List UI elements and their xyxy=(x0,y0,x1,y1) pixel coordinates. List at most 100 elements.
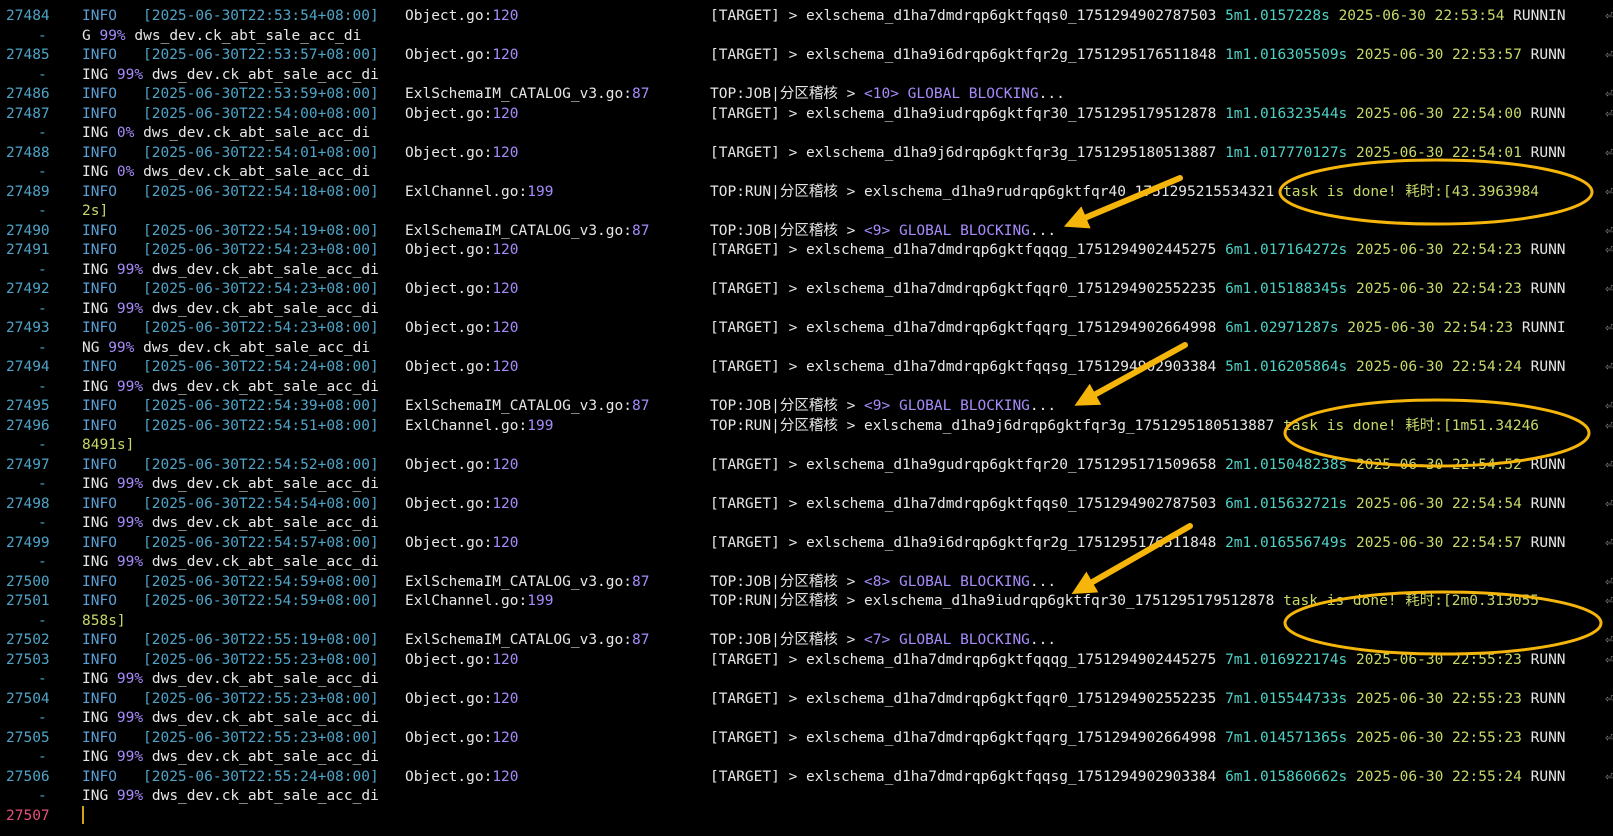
source-file-name: Object.go xyxy=(405,8,484,24)
timestamp: [2025-06-30T22:54:54+08:00] xyxy=(143,494,379,514)
text-cursor[interactable] xyxy=(82,805,84,824)
message-part: 1m1.016305509s xyxy=(1225,47,1348,63)
source-line-number: 87 xyxy=(631,86,650,102)
bracket-open: [ xyxy=(143,417,152,434)
log-level: INFO xyxy=(82,222,117,239)
message-part xyxy=(1347,769,1356,785)
source-file: Object.go:120 xyxy=(405,45,519,65)
message-part: <10> xyxy=(864,86,899,102)
separator: : xyxy=(483,359,493,375)
message-part: 99% xyxy=(116,66,144,83)
source-line-number: 120 xyxy=(492,690,519,707)
line-number: 27502 xyxy=(6,632,50,648)
message-part: [TARGET] > exlschema_d1ha7dmdrqp6gktfqqs… xyxy=(710,8,1226,24)
log-line-continuation: - ING 0% dws_dev.ck_abt_sale_acc_di xyxy=(0,123,1613,143)
message-part: 1m1.017770127s xyxy=(1225,144,1348,161)
timestamp: [2025-06-30T22:54:59+08:00] xyxy=(143,572,379,592)
message-part: 99% xyxy=(108,339,135,356)
log-message: TOP:RUN|分区稽核 > exlschema_d1ha9iudrqp6gkt… xyxy=(710,591,1539,611)
log-line: 27486 INFO [2025-06-30T22:53:59+08:00] ExlS… xyxy=(0,84,1613,104)
message-part xyxy=(1347,47,1356,63)
log-line-continuation: - NG 99% dws_dev.ck_abt_sale_acc_di xyxy=(0,338,1613,358)
message-part: 7m1.016922174s xyxy=(1225,651,1348,668)
source-line-number: 120 xyxy=(492,47,519,63)
message-part: [TARGET] > exlschema_d1ha7dmdrqp6gktfqqs… xyxy=(710,495,1226,512)
message-part: <8> xyxy=(864,573,891,590)
message-part: 2025-06-30 22:54:24 xyxy=(1356,359,1522,375)
message-part: 2025-06-30 22:54:23 xyxy=(1356,242,1522,258)
timestamp-value: 2025-06-30T22:53:54+08:00 xyxy=(151,8,370,24)
terminal-log-view[interactable]: 27484 INFO [2025-06-30T22:53:54+08:00] Obje… xyxy=(0,0,1613,836)
bracket-open: [ xyxy=(143,632,152,648)
message-part: 2025-06-30 22:54:52 xyxy=(1356,456,1522,473)
log-message: [TARGET] > exlschema_d1ha7dmdrqp6gktfqqs… xyxy=(710,494,1566,514)
message-part: ING xyxy=(82,66,117,83)
bracket-close: ] xyxy=(369,144,379,161)
message-part: G xyxy=(82,27,100,44)
source-line-number: 120 xyxy=(492,768,519,785)
message-part: 99% xyxy=(99,27,126,44)
message-part: <9> xyxy=(864,398,891,414)
log-message-continued: 858s] xyxy=(82,611,126,631)
message-part: 6m1.015188345s xyxy=(1225,281,1348,297)
bracket-open: [ xyxy=(143,86,152,102)
source-line-number: 120 xyxy=(492,105,519,122)
message-part: task is done! 耗时:[2m0.313055 xyxy=(1283,593,1540,609)
source-line-number: 120 xyxy=(492,359,519,375)
message-part: dws_dev.ck_abt_sale_acc_di xyxy=(125,27,362,44)
wrap-indicator-icon: ⏎ xyxy=(1605,651,1613,668)
source-file-name: Object.go xyxy=(405,729,484,746)
bracket-close: ] xyxy=(369,690,379,707)
wrap-indicator-icon: ⏎ xyxy=(1605,222,1613,239)
separator: : xyxy=(483,105,493,122)
wrap-indicator-icon: ⏎ xyxy=(1605,320,1613,336)
timestamp-value: 2025-06-30T22:54:54+08:00 xyxy=(151,495,370,512)
bracket-open: [ xyxy=(143,768,152,785)
timestamp-value: 2025-06-30T22:53:57+08:00 xyxy=(151,47,370,63)
wrap-indicator-icon: ⏎ xyxy=(1605,768,1613,785)
message-part: RUNN xyxy=(1521,768,1566,785)
message-part: 8491s] xyxy=(82,437,135,453)
wrap-indicator-icon: ⏎ xyxy=(1605,456,1613,473)
log-level: INFO xyxy=(82,144,117,161)
log-line-continuation: - ING 99% dws_dev.ck_abt_sale_acc_di xyxy=(0,299,1613,319)
message-part: 99% xyxy=(116,300,144,317)
log-level: INFO xyxy=(82,651,117,668)
message-part: ... xyxy=(1029,398,1057,414)
log-line-continuation: - ING 99% dws_dev.ck_abt_sale_acc_di xyxy=(0,552,1613,572)
bracket-close: ] xyxy=(369,320,379,336)
message-part: 2025-06-30 22:53:57 xyxy=(1356,47,1522,63)
message-part: ING xyxy=(82,300,117,317)
source-file-name: ExlSchemaIM_CATALOG_v3.go xyxy=(405,86,624,102)
log-line: 27494 INFO [2025-06-30T22:54:24+08:00] Obje… xyxy=(0,357,1613,377)
message-part: 2m1.015048238s xyxy=(1225,456,1348,473)
source-file: Object.go:120 xyxy=(405,728,519,748)
log-message-continued: ING 99% dws_dev.ck_abt_sale_acc_di xyxy=(82,747,379,767)
message-part xyxy=(1347,652,1356,668)
source-file-name: Object.go xyxy=(405,320,484,336)
separator: : xyxy=(483,495,493,512)
log-message: [TARGET] > exlschema_d1ha7dmdrqp6gktfqqq… xyxy=(710,240,1566,260)
message-part: <7> xyxy=(864,632,891,648)
line-number: 27494 xyxy=(6,359,50,375)
log-message: [TARGET] > exlschema_d1ha9i6drqp6gktfqr2… xyxy=(710,533,1566,553)
log-line: 27500 INFO [2025-06-30T22:54:59+08:00] ExlS… xyxy=(0,572,1613,592)
log-line: 27501 INFO [2025-06-30T22:54:59+08:00] ExlC… xyxy=(0,591,1613,611)
message-part: 2025-06-30 22:53:54 xyxy=(1338,8,1505,24)
message-part: dws_dev.ck_abt_sale_acc_di xyxy=(134,164,371,180)
log-level: INFO xyxy=(82,281,117,297)
line-number: 27497 xyxy=(6,456,50,473)
message-part: 858s] xyxy=(82,612,126,629)
source-line-number: 120 xyxy=(492,495,519,512)
log-message-continued: 2s] xyxy=(82,201,108,221)
message-part: ... xyxy=(1029,632,1057,648)
line-number: 27499 xyxy=(6,534,50,551)
log-line: 27493 INFO [2025-06-30T22:54:23+08:00] Obje… xyxy=(0,318,1613,338)
separator: : xyxy=(623,398,632,414)
log-message: [TARGET] > exlschema_d1ha9iudrqp6gktfqr3… xyxy=(710,104,1566,124)
message-part: dws_dev.ck_abt_sale_acc_di xyxy=(143,300,379,317)
source-line-number: 120 xyxy=(492,456,519,473)
separator: : xyxy=(518,183,528,200)
log-message: [TARGET] > exlschema_d1ha7dmdrqp6gktfqqs… xyxy=(710,6,1566,26)
separator: : xyxy=(483,729,493,746)
